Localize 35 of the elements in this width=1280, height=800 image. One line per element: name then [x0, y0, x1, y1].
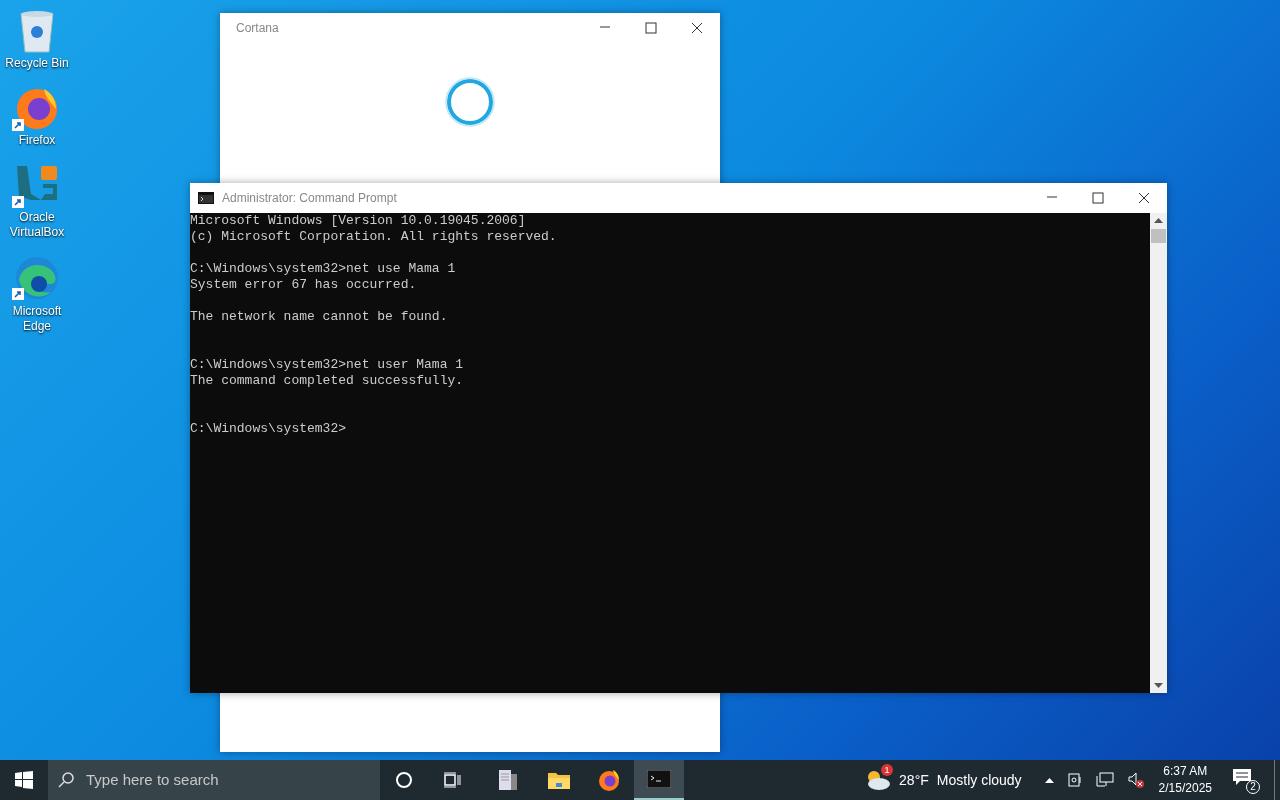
scrollbar-thumb[interactable] [1151, 229, 1166, 243]
scroll-down-icon[interactable] [1154, 683, 1163, 689]
weather-condition[interactable]: Mostly cloudy [936, 769, 1022, 791]
maximize-icon[interactable] [1092, 192, 1104, 204]
window-title: Cortana [235, 20, 280, 37]
notification-badge: 1 [881, 764, 894, 776]
close-icon[interactable] [691, 22, 703, 34]
console-icon [198, 192, 214, 204]
terminal-line: Microsoft Windows [Version 10.0.19045.2006] [190, 213, 527, 229]
maximize-icon[interactable] [645, 22, 657, 34]
clock-time[interactable]: 6:37 AM [1163, 763, 1208, 780]
terminal-line: The network name cannot be found. [190, 309, 449, 325]
terminal-line: System error 67 has occurred. [190, 277, 418, 293]
search-box[interactable]: Type here to search [48, 760, 380, 800]
search-field[interactable]: Type here to search [84, 767, 364, 793]
scroll-up-icon[interactable] [1154, 217, 1163, 223]
network-icon[interactable] [1095, 772, 1114, 788]
loading-ring-icon [445, 77, 495, 127]
clock-date[interactable]: 2/15/2025 [1158, 780, 1212, 797]
terminal-line: C:\Windows\system32> [190, 421, 348, 437]
muted-speaker-icon[interactable] [1127, 772, 1144, 788]
search-icon [58, 772, 74, 788]
scrollbar[interactable] [1150, 213, 1167, 693]
chevron-up-icon[interactable] [1044, 777, 1054, 783]
terminal-line: The command completed successfully. [190, 373, 465, 389]
notification-count: 2 [1246, 780, 1260, 794]
terminal-line: C:\Windows\system32>net use Mama 1 [190, 261, 457, 277]
console-icon[interactable] [634, 760, 684, 800]
window-title: Administrator: Command Prompt [222, 190, 398, 207]
close-icon[interactable] [1138, 192, 1150, 204]
terminal-line: (c) Microsoft Corporation. All rights reserved. [190, 229, 558, 245]
camera-icon[interactable] [1067, 772, 1082, 788]
terminal-line: C:\Windows\system32>net user Mama 1 [190, 357, 465, 373]
weather-temperature[interactable]: 28°F [899, 769, 929, 791]
edge-icon[interactable] [13, 254, 61, 302]
